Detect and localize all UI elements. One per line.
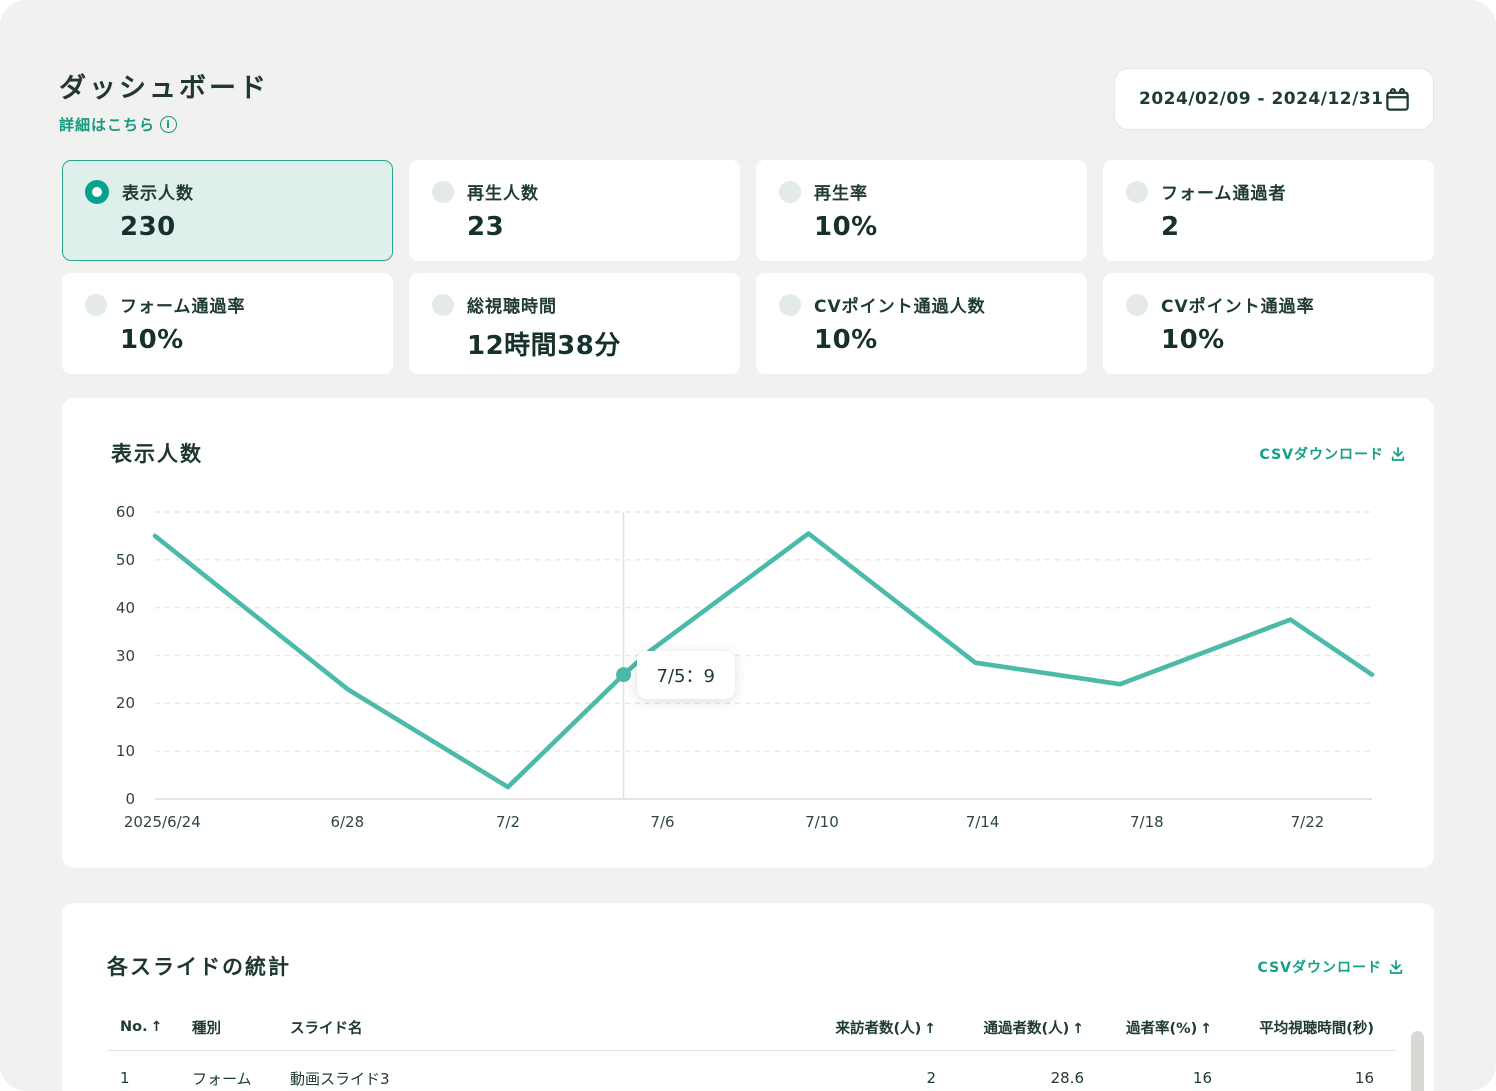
column-header[interactable]: 通過者数(人)↑ (936, 1017, 1084, 1038)
radio-icon[interactable] (779, 294, 801, 316)
metric-card-4[interactable]: フォーム通過者 2 (1103, 160, 1434, 261)
table-header-row: No.↑種別スライド名来訪者数(人)↑通過者数(人)↑過者率(%)↑平均視聴時間… (62, 1007, 1434, 1047)
table-title: 各スライドの統計 (107, 951, 291, 981)
metric-card-label: CVポイント通過人数 (814, 292, 986, 317)
y-axis-tick-label: 50 (89, 550, 135, 570)
column-header-label: No. (120, 1019, 148, 1035)
column-header-label: 過者率(%) (1126, 1021, 1197, 1037)
metric-card-grid: 表示人数 230 再生人数 23 再生率 10% フォーム通過者 2 フォーム通過率 10% 総視聴… (62, 160, 1434, 374)
table-csv-download-label: CSVダウンロード (1258, 957, 1382, 977)
table-cell: 動画スライド3 (290, 1068, 776, 1089)
radio-icon[interactable] (1126, 294, 1148, 316)
date-range-picker[interactable]: 2024/02/09 - 2024/12/31 (1114, 68, 1434, 130)
x-axis-tick-label: 7/10 (805, 813, 839, 831)
sort-ascending-icon[interactable]: ↑ (151, 1019, 163, 1035)
x-axis-tick-label: 2025/6/24 (124, 813, 201, 831)
table-scrollbar[interactable] (1411, 1031, 1424, 1091)
radio-icon[interactable] (85, 294, 107, 316)
table-cell: 28.6 (936, 1069, 1084, 1087)
y-axis-tick-label: 40 (89, 598, 135, 618)
column-header[interactable]: 来訪者数(人)↑ (776, 1017, 936, 1038)
x-axis-tick-label: 7/14 (966, 813, 1000, 831)
metric-card-5[interactable]: フォーム通過率 10% (62, 273, 393, 374)
x-axis-tick-label: 6/28 (330, 813, 364, 831)
metric-card-3[interactable]: 再生率 10% (756, 160, 1087, 261)
x-axis-tick-label: 7/6 (650, 813, 674, 831)
column-header-label: 来訪者数(人) (836, 1021, 922, 1037)
column-header[interactable]: No.↑ (120, 1019, 192, 1035)
metric-card-value: 10% (1161, 325, 1413, 355)
details-link-label: 詳細はこちら (59, 114, 155, 135)
radio-selected-icon[interactable] (85, 180, 109, 204)
metric-card-value: 10% (120, 325, 372, 355)
x-axis-tick-label: 7/22 (1291, 813, 1325, 831)
x-axis-tick-label: 7/2 (496, 813, 520, 831)
metric-card-8[interactable]: CVポイント通過率 10% (1103, 273, 1434, 374)
table-cell: 1 (120, 1069, 192, 1087)
chart-panel: 表示人数 CSVダウンロード 01020304050602025/6/246/2… (62, 398, 1434, 868)
y-axis-tick-label: 0 (89, 789, 135, 809)
column-header-label: 種別 (192, 1021, 221, 1037)
column-header-label: 平均視聴時間(秒) (1259, 1021, 1374, 1037)
metric-card-label: 総視聴時間 (467, 292, 557, 317)
metric-card-label: 再生率 (814, 179, 868, 204)
metric-card-label: フォーム通過率 (120, 292, 246, 317)
page-title: ダッシュボード (59, 66, 269, 105)
radio-icon[interactable] (432, 294, 454, 316)
table-cell: 16 (1212, 1069, 1374, 1087)
metric-card-1[interactable]: 表示人数 230 (62, 160, 393, 261)
column-header: 平均視聴時間(秒) (1212, 1017, 1374, 1038)
table-csv-download-button[interactable]: CSVダウンロード (1258, 957, 1404, 977)
dashboard-page: ダッシュボード 詳細はこちら i 2024/02/09 - 2024/12/31… (0, 0, 1496, 1091)
chart-line-series (155, 534, 1372, 788)
metric-card-label: 再生人数 (467, 179, 539, 204)
metric-card-value: 12時間38分 (467, 325, 719, 362)
metric-card-label: フォーム通過者 (1161, 179, 1287, 204)
radio-icon[interactable] (1126, 181, 1148, 203)
slide-stats-panel: 各スライドの統計 CSVダウンロード No.↑種別スライド名来訪者数(人)↑通過… (62, 903, 1434, 1091)
table-cell: 16 (1084, 1069, 1212, 1087)
sort-ascending-icon[interactable]: ↑ (924, 1021, 936, 1037)
chart-tooltip: 7/5：9 (637, 651, 735, 699)
date-range-value: 2024/02/09 - 2024/12/31 (1139, 89, 1384, 109)
radio-icon[interactable] (432, 181, 454, 203)
metric-card-value: 23 (467, 212, 719, 242)
column-header-label: 通過者数(人) (984, 1021, 1070, 1037)
metric-card-value: 10% (814, 212, 1066, 242)
metric-card-value: 230 (120, 212, 372, 242)
table-cell: 2 (776, 1069, 936, 1087)
metric-card-7[interactable]: CVポイント通過人数 10% (756, 273, 1087, 374)
metric-card-2[interactable]: 再生人数 23 (409, 160, 740, 261)
y-axis-tick-label: 60 (89, 502, 135, 522)
info-icon: i (160, 116, 177, 133)
chart-plot-svg (155, 512, 1372, 799)
table-row[interactable]: 1フォーム動画スライド3228.61616 (62, 1055, 1434, 1091)
column-header: 種別 (192, 1017, 290, 1038)
x-axis-tick-label: 7/18 (1130, 813, 1164, 831)
y-axis-tick-label: 10 (89, 741, 135, 761)
download-icon (1388, 959, 1404, 975)
column-header-label: スライド名 (290, 1021, 363, 1037)
radio-icon[interactable] (779, 181, 801, 203)
metric-card-label: 表示人数 (122, 179, 194, 204)
details-link[interactable]: 詳細はこちら i (59, 114, 177, 135)
metric-card-value: 2 (1161, 212, 1413, 242)
hover-point-marker (616, 667, 631, 682)
line-chart[interactable]: 0 10 20 30 40 50 60 2025/6/24 6/28 7/2 7/6 7/10 7/14… (62, 398, 1434, 868)
metric-card-6[interactable]: 総視聴時間 12時間38分 (409, 273, 740, 374)
column-header[interactable]: 過者率(%)↑ (1084, 1017, 1212, 1038)
sort-ascending-icon[interactable]: ↑ (1072, 1021, 1084, 1037)
metric-card-label: CVポイント通過率 (1161, 292, 1315, 317)
table-cell: フォーム (192, 1068, 290, 1089)
column-header: スライド名 (290, 1017, 776, 1038)
y-axis-tick-label: 30 (89, 646, 135, 666)
calendar-icon (1384, 86, 1411, 113)
table-header-divider (107, 1050, 1396, 1051)
y-axis-tick-label: 20 (89, 693, 135, 713)
sort-ascending-icon[interactable]: ↑ (1200, 1021, 1212, 1037)
metric-card-value: 10% (814, 325, 1066, 355)
